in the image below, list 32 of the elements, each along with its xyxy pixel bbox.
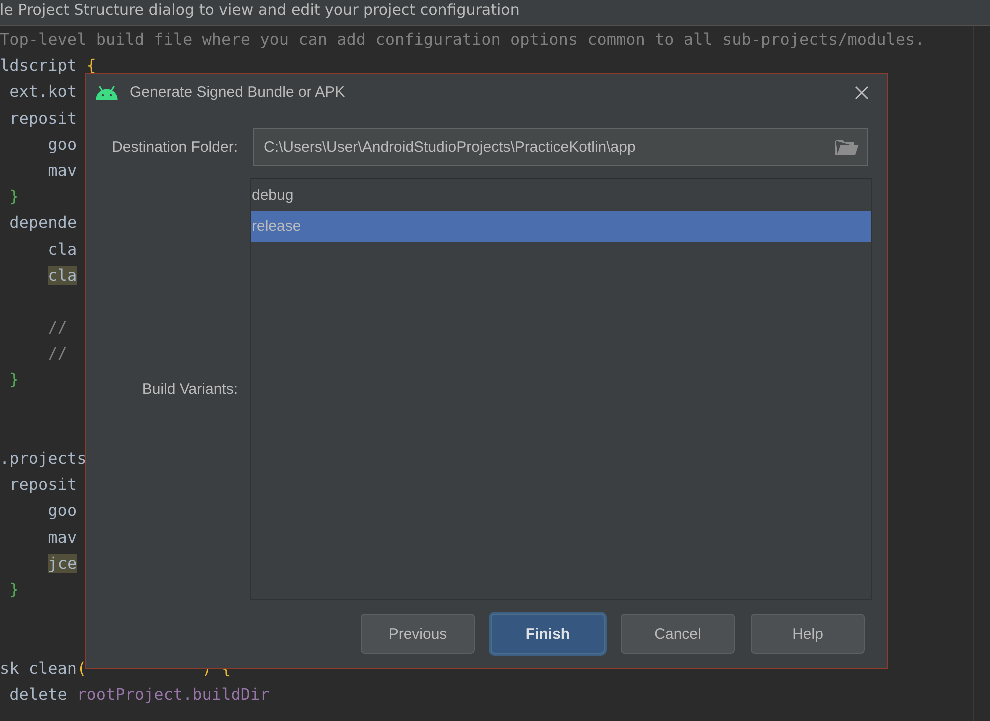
close-icon[interactable] [855, 86, 869, 100]
field-label: Destination Folder: [111, 138, 238, 156]
code-line: delete rootProject.buildDir [8, 684, 270, 704]
folder-icon[interactable] [835, 138, 859, 156]
dialog-button[interactable]: Help [751, 614, 865, 654]
code-line: // [47, 344, 68, 364]
code-line: reposit [8, 108, 78, 128]
destination-field[interactable]: C:\Users\User\AndroidStudioProjects\PracticeKotlin\app [253, 128, 868, 166]
code-line: cla [47, 240, 78, 258]
field-label: Build Variants: [141, 380, 238, 398]
code-line: } [8, 580, 20, 599]
list-item[interactable]: debug [251, 180, 871, 211]
code-line: // [47, 318, 68, 338]
code-line: mav [47, 528, 78, 547]
code-line: } [8, 370, 20, 390]
code-line: } [8, 187, 20, 206]
dialog-button[interactable]: Previous [361, 614, 475, 654]
dialog-title: Generate Signed Bundle or APK [130, 84, 346, 101]
code-line: ext.kot [8, 82, 78, 102]
android-icon [96, 86, 118, 100]
code-line: ldscript { [0, 56, 96, 76]
list-item[interactable]: release [251, 211, 871, 242]
dialog-button[interactable]: Cancel [621, 614, 735, 654]
code-line: goo [47, 501, 78, 520]
code-line: reposit [8, 475, 78, 494]
code-line: depende [8, 213, 78, 232]
dialog-button[interactable]: Finish [491, 614, 605, 654]
code-line: goo [47, 134, 78, 154]
code-line: mav [47, 160, 78, 180]
hint-text: le Project Structure dialog to view and edit your project configuration [0, 0, 520, 20]
code-line: .projects [0, 449, 87, 468]
code-line: Top-level build file where you can add configuration options common to all sub-projects/modules. [0, 30, 925, 49]
